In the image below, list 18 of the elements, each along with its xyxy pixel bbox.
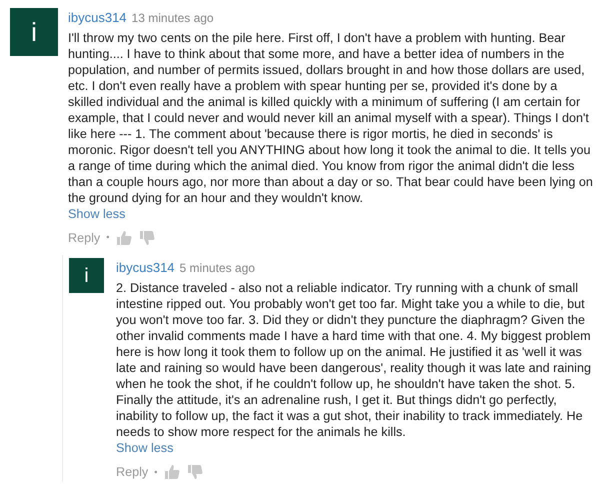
reply-button[interactable]: Reply — [116, 462, 148, 482]
author-link[interactable]: ibycus314 — [68, 8, 127, 28]
avatar[interactable]: i — [10, 8, 58, 56]
thumbs-down-icon[interactable] — [138, 230, 156, 246]
timestamp: 13 minutes ago — [132, 10, 214, 27]
show-less-link[interactable]: Show less — [68, 206, 126, 222]
author-link[interactable]: ibycus314 — [116, 258, 175, 278]
comment-text: I'll throw my two cents on the pile here. First off, I don't have a problem with hunting. Bear hunting.... I have to think about that some more, and have a better idea of numbers in the population, and number of permits issued, dollars brought in and how those dollars are used, etc. I don't even really have a problem with spear hunting per se, provided it's done by a skilled individual and the animal is killed quickly with a minimum of suffering (I am certain for example, that I could never and would never kill an animal myself with a spear). Things I don't like here --- 1. The comment about 'because there is rigor mortis, he died in seconds' is moronic. Rigor doesn't tell you ANYTHING about how long it took the animal to die. It tells you a range of time during which the animal died. You know from rigor the animal didn't die less than a couple hours ago, nor more than about a day or so. That bear could have been lying on the ground dying for an hour and they wouldn't know. — [68, 30, 594, 206]
separator-dot: • — [106, 231, 110, 244]
thumbs-up-icon[interactable] — [163, 464, 180, 480]
separator-dot: • — [154, 466, 158, 479]
timestamp: 5 minutes ago — [180, 260, 255, 278]
reply-button[interactable]: Reply — [68, 228, 100, 248]
comment-text: 2. Distance traveled - also not a reliable indicator. Try running with a chunk of small intestine ripped out. You probably won't get too far. Might take you a while to die, but you won't move too far. 3. Did they or didn't they puncture the diaphragm? Given the other invalid comments made I have a hard time with that one. 4. My biggest problem here is how long it took them to follow up on the animal. He justified it as 'well it was late and raining so would have been dangerous', reality though it was late and raining when he took the shot, if he couldn't follow up, he shouldn't have taken the shot. 5. Finally the attitude, it's an adrenaline rush, I get it. But things didn't go perfectly, inability to follow up, the fact it was a gut shot, their inability to track immediately. He needs to show more respect for the animals he kills. — [116, 280, 592, 440]
show-less-link[interactable]: Show less — [116, 440, 174, 456]
avatar[interactable]: i — [69, 258, 104, 294]
thumbs-down-icon[interactable] — [186, 464, 204, 480]
thumbs-up-icon[interactable] — [115, 230, 132, 246]
